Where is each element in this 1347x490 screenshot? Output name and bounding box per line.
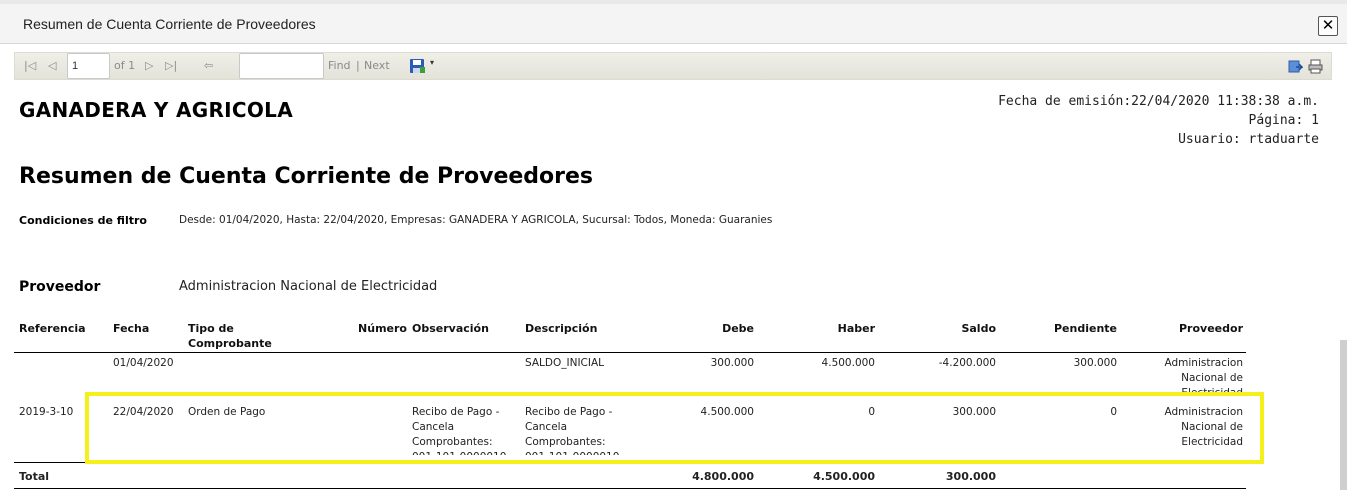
cell-haber: 0: [868, 406, 875, 418]
report-meta: Fecha de emisión:22/04/2020 11:38:38 a.m…: [998, 92, 1319, 149]
company-name: GANADERA Y AGRICOLA: [19, 98, 294, 122]
back-icon[interactable]: ⇦: [204, 59, 213, 73]
close-icon[interactable]: ✕: [1318, 16, 1338, 36]
header-numero: Número: [358, 322, 407, 335]
dialog-titlebar: Resumen de Cuenta Corriente de Proveedor…: [0, 4, 1347, 44]
save-icon[interactable]: [409, 58, 425, 74]
header-divider: [14, 352, 1246, 353]
header-debe: Debe: [722, 322, 754, 335]
cell-pendiente: 0: [1110, 406, 1117, 418]
page-indicator: Página: 1: [1248, 113, 1319, 128]
report-toolbar: |◁ ◁ of 1 ▷ ▷| ⇦ Find | Next ▾: [14, 52, 1332, 80]
header-pendiente: Pendiente: [1053, 322, 1117, 335]
cell-fecha: 01/04/2020: [113, 357, 174, 369]
cell-fecha: 22/04/2020: [113, 406, 174, 418]
header-descripcion: Descripción: [525, 322, 598, 335]
find-input[interactable]: [239, 53, 324, 79]
vertical-scrollbar[interactable]: [1340, 340, 1347, 490]
export-icon[interactable]: [1288, 59, 1303, 74]
total-divider: [14, 462, 1246, 463]
filter-value: Desde: 01/04/2020, Hasta: 22/04/2020, Em…: [179, 214, 773, 226]
cell-debe: 300.000: [710, 357, 754, 369]
cell-observacion: Recibo de Pago - Cancela Comprobantes: 0…: [412, 406, 506, 455]
report-title: Resumen de Cuenta Corriente de Proveedor…: [19, 164, 594, 189]
prev-page-icon[interactable]: ◁: [48, 59, 56, 73]
print-icon[interactable]: [1308, 59, 1323, 74]
emission-date: Fecha de emisión:22/04/2020 11:38:38 a.m…: [998, 94, 1319, 109]
header-referencia: Referencia: [19, 322, 86, 335]
highlight-box: [85, 392, 1264, 464]
cell-descripcion: SALDO_INICIAL: [525, 357, 605, 369]
cell-proveedor: Administracion Nacional de Electricidad: [1164, 357, 1244, 396]
page-count-label: of 1: [114, 59, 136, 72]
cell-saldo: -4.200.000: [938, 357, 996, 369]
cell-descripcion: Recibo de Pago - Cancela Comprobantes: 0…: [525, 406, 619, 455]
header-saldo: Saldo: [961, 322, 996, 335]
cell-saldo: 300.000: [952, 406, 996, 418]
cell-referencia: 2019-3-10: [19, 406, 74, 418]
cell-debe: 4.500.000: [700, 406, 754, 418]
dialog-title: Resumen de Cuenta Corriente de Proveedor…: [23, 16, 316, 32]
cell-haber: 4.500.000: [821, 357, 875, 369]
find-next-link[interactable]: Next: [364, 59, 390, 73]
bottom-divider: [14, 488, 1246, 489]
find-link[interactable]: Find: [328, 59, 351, 73]
report-page: GANADERA Y AGRICOLA Fecha de emisión:22/…: [0, 82, 1340, 490]
cell-tipo: Orden de Pago: [188, 406, 266, 418]
header-tipo: Tipo de Comprobante: [188, 322, 272, 350]
cell-pendiente: 300.000: [1073, 357, 1117, 369]
dropdown-icon[interactable]: ▾: [430, 58, 434, 67]
user-label: Usuario: rtaduarte: [1178, 132, 1319, 147]
next-page-icon[interactable]: ▷: [145, 59, 153, 73]
header-observacion: Observación: [412, 322, 489, 335]
header-haber: Haber: [837, 322, 875, 335]
header-proveedor: Proveedor: [1179, 322, 1243, 335]
filter-label: Condiciones de filtro: [19, 214, 147, 227]
total-saldo: 300.000: [945, 470, 996, 483]
supplier-value: Administracion Nacional de Electricidad: [179, 279, 438, 294]
total-haber: 4.500.000: [813, 470, 875, 483]
supplier-label: Proveedor: [19, 279, 101, 295]
first-page-icon[interactable]: |◁: [24, 59, 36, 73]
find-separator: |: [356, 59, 360, 72]
page-number-input[interactable]: [67, 53, 110, 79]
header-fecha: Fecha: [113, 322, 150, 335]
last-page-icon[interactable]: ▷|: [165, 59, 177, 73]
cell-proveedor: Administracion Nacional de Electricidad: [1164, 406, 1244, 448]
total-debe: 4.800.000: [692, 470, 754, 483]
total-label: Total: [19, 470, 50, 483]
